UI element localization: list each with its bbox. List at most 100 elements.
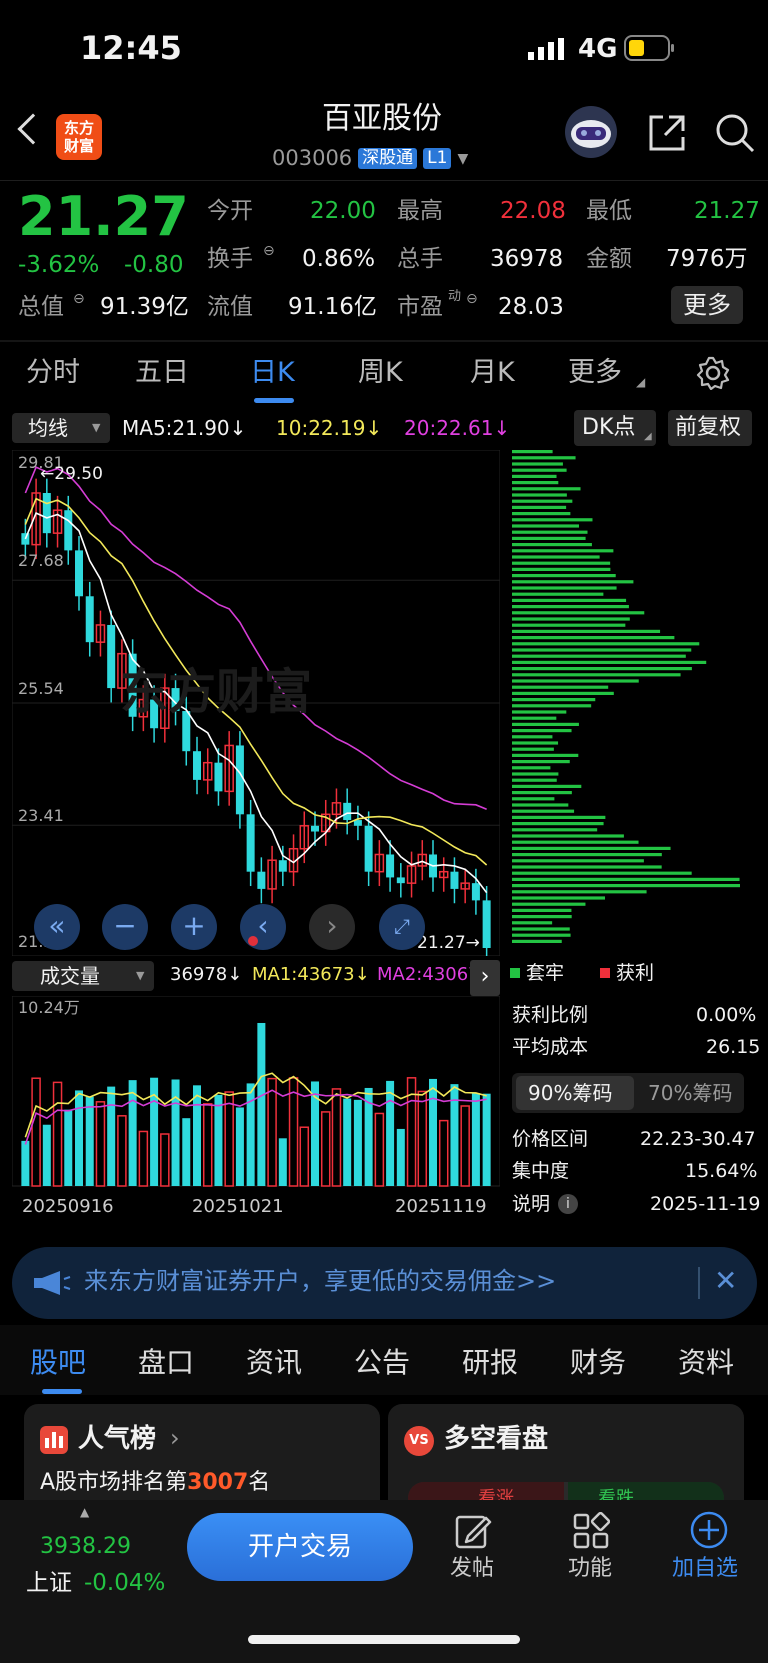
functions-grid-icon[interactable] bbox=[572, 1512, 610, 1550]
post-label[interactable]: 发帖 bbox=[450, 1558, 494, 1580]
tab-weekly-k[interactable]: 周K bbox=[358, 359, 403, 386]
tab-90-label: 90%筹码 bbox=[528, 1081, 613, 1105]
close-icon[interactable]: ✕ bbox=[714, 1267, 737, 1295]
chip-bar bbox=[512, 667, 692, 671]
chip-bar bbox=[512, 853, 662, 857]
stock-code-row[interactable]: 003006 深股通 L1 ▼ bbox=[272, 148, 468, 169]
fullscreen-icon[interactable]: ⤢ bbox=[379, 904, 425, 950]
tab-more[interactable]: 更多 bbox=[568, 359, 622, 386]
more-dots-icon[interactable]: ⊖ bbox=[466, 292, 478, 306]
chip-bar bbox=[512, 493, 567, 497]
indicator-select[interactable]: 均线 ▼ bbox=[12, 413, 110, 443]
more-dots-icon[interactable]: ⊖ bbox=[263, 244, 275, 258]
volume-indicator-select[interactable]: 成交量 ▼ bbox=[12, 961, 154, 991]
chip-bar bbox=[512, 877, 740, 881]
add-watchlist-label[interactable]: 加自选 bbox=[672, 1558, 738, 1580]
signal-icon bbox=[528, 38, 564, 60]
more-dots-icon[interactable]: ⊖ bbox=[73, 292, 85, 306]
chip-bar bbox=[512, 809, 575, 813]
volume-bar bbox=[117, 1115, 127, 1187]
index-value: 3938.29 bbox=[40, 1534, 131, 1559]
settings-gear-icon[interactable] bbox=[696, 356, 730, 390]
chip-bar bbox=[512, 908, 572, 912]
triangle-icon: ◢ bbox=[644, 431, 652, 442]
volume-indicator-label: 成交量 bbox=[40, 964, 100, 988]
volume-bar bbox=[267, 1077, 277, 1187]
volume-y-max: 10.24万 bbox=[18, 998, 80, 1017]
tab-70-chips[interactable]: 70%筹码 bbox=[648, 1083, 732, 1103]
tab-monthly-k[interactable]: 月K bbox=[470, 359, 515, 386]
caret-down-icon: ▼ bbox=[92, 421, 101, 434]
dk-point-label: DK点 bbox=[582, 415, 636, 440]
next-icon[interactable]: › bbox=[309, 904, 355, 950]
tab-order-book[interactable]: 盘口 bbox=[138, 1349, 194, 1377]
more-button[interactable]: 更多 bbox=[671, 286, 743, 324]
volume-bar bbox=[374, 1112, 385, 1187]
chip-bar bbox=[512, 716, 557, 720]
chip-distribution-chart bbox=[512, 450, 740, 943]
chip-bar bbox=[512, 747, 554, 751]
concentration-label: 集中度 bbox=[512, 1160, 570, 1182]
back-icon[interactable] bbox=[17, 113, 49, 145]
info-icon[interactable]: i bbox=[558, 1194, 578, 1214]
chip-bar bbox=[512, 778, 557, 782]
volume-bar bbox=[160, 1133, 170, 1187]
chip-bar bbox=[512, 915, 572, 919]
promo-banner[interactable]: 来东方财富证券开户，享更低的交易佣金>> ✕ bbox=[12, 1247, 757, 1319]
avg-cost-value: 26.15 bbox=[706, 1036, 761, 1058]
chip-bar bbox=[512, 567, 611, 571]
add-circle-icon[interactable] bbox=[689, 1510, 729, 1550]
robot-assistant-icon[interactable] bbox=[562, 104, 620, 160]
last-price: 21.27 bbox=[18, 185, 189, 248]
chip-bar bbox=[512, 536, 586, 540]
volume-bar bbox=[278, 1138, 287, 1186]
chip-bar bbox=[512, 660, 707, 664]
tab-finance[interactable]: 财务 bbox=[570, 1349, 626, 1377]
tab-intraday[interactable]: 分时 bbox=[26, 359, 80, 386]
open-value: 22.00 bbox=[310, 198, 376, 224]
tab-announcements[interactable]: 公告 bbox=[354, 1349, 410, 1377]
chip-bar bbox=[512, 710, 567, 714]
chip-bar bbox=[512, 859, 644, 863]
rank-text: A股市场排名第3007名 bbox=[40, 1472, 270, 1494]
zoom-in-icon[interactable]: + bbox=[171, 904, 217, 950]
versus-icon: VS bbox=[404, 1426, 434, 1456]
previous-icon[interactable]: ‹ bbox=[240, 904, 286, 950]
chevron-right-icon: › bbox=[170, 1424, 180, 1452]
volume-bar bbox=[138, 1130, 149, 1187]
search-icon[interactable] bbox=[714, 112, 756, 154]
tab-90-chips[interactable]: 90%筹码 bbox=[516, 1076, 634, 1110]
volume-bar bbox=[438, 1119, 449, 1187]
market-badge: 深股通 bbox=[358, 148, 418, 169]
fast-back-icon[interactable]: « bbox=[34, 904, 80, 950]
tab-daily-k[interactable]: 日K bbox=[250, 359, 295, 386]
date-label: 20251119 bbox=[395, 1196, 487, 1217]
functions-label[interactable]: 功能 bbox=[568, 1558, 612, 1580]
chip-bar bbox=[512, 512, 571, 516]
chip-bar bbox=[512, 815, 606, 819]
trade-button[interactable]: 开户交易 bbox=[187, 1513, 413, 1581]
index-name[interactable]: 上证 bbox=[26, 1572, 72, 1595]
chip-bar bbox=[512, 753, 579, 757]
tab-forum[interactable]: 股吧 bbox=[30, 1349, 86, 1377]
chip-bar bbox=[512, 673, 681, 677]
dk-point-button[interactable]: DK点 ◢ bbox=[574, 410, 656, 446]
tab-profile[interactable]: 资料 bbox=[678, 1349, 734, 1377]
volume-label: 总手 bbox=[397, 246, 443, 272]
compose-post-icon[interactable] bbox=[454, 1512, 492, 1550]
candle bbox=[386, 854, 395, 878]
zoom-out-icon[interactable]: − bbox=[102, 904, 148, 950]
tab-news[interactable]: 资讯 bbox=[246, 1349, 302, 1377]
tab-research[interactable]: 研报 bbox=[462, 1349, 518, 1377]
chip-bar bbox=[512, 629, 661, 633]
high-label: 最高 bbox=[397, 198, 443, 224]
chevron-right-icon[interactable]: › bbox=[470, 960, 500, 996]
chip-bar bbox=[512, 840, 639, 844]
adjust-button[interactable]: 前复权 bbox=[668, 410, 752, 446]
ma5-value: MA5:21.90↓ bbox=[122, 416, 247, 440]
candle bbox=[482, 900, 491, 948]
chip-bar bbox=[512, 822, 604, 826]
share-icon[interactable] bbox=[647, 113, 687, 153]
chip-bar bbox=[512, 543, 592, 547]
tab-five-day[interactable]: 五日 bbox=[135, 359, 189, 386]
